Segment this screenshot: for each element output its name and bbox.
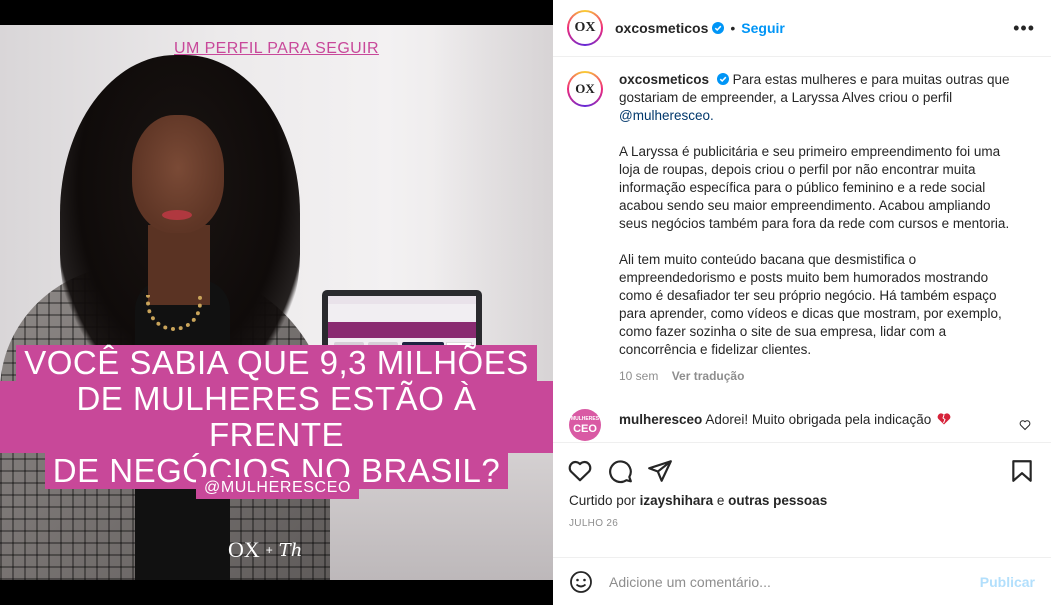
post-header: OX oxcosmeticos • Seguir ••• bbox=[553, 0, 1051, 57]
comment-icon[interactable] bbox=[607, 458, 633, 484]
logo-plus: + bbox=[265, 543, 273, 557]
media-headline: VOCÊ SABIA QUE 9,3 MILHÕES DE MULHERES E… bbox=[0, 345, 553, 489]
media-logo: OX + Th bbox=[228, 537, 302, 563]
heart-icon[interactable] bbox=[567, 458, 593, 484]
headline-line: DE MULHERES ESTÃO À FRENTE bbox=[0, 381, 553, 453]
comment-body: Adorei! Muito obrigada pela indicação bbox=[705, 412, 932, 427]
caption-username[interactable]: oxcosmeticos bbox=[619, 72, 709, 87]
emoji-icon[interactable] bbox=[569, 570, 593, 594]
verified-icon bbox=[712, 22, 725, 34]
translate-link[interactable]: Ver tradução bbox=[672, 369, 745, 383]
broken-heart-icon bbox=[937, 413, 951, 425]
likes-conj: e bbox=[716, 493, 725, 508]
post-media[interactable]: UM PERFIL PARA SEGUIR VOCÊ SABIA QUE 9,3… bbox=[0, 0, 553, 605]
bookmark-icon[interactable] bbox=[1009, 458, 1035, 484]
caption-paragraph-3: Ali tem muito conteúdo bacana que desmis… bbox=[619, 252, 1002, 357]
caption-avatar[interactable]: OX bbox=[567, 71, 603, 107]
more-options-icon[interactable]: ••• bbox=[1013, 18, 1035, 39]
caption-paragraph-2: A Laryssa é publicitária e seu primeiro … bbox=[619, 144, 1010, 231]
verified-icon bbox=[716, 73, 729, 85]
headline-line: VOCÊ SABIA QUE 9,3 MILHÕES bbox=[16, 345, 537, 381]
header-avatar[interactable]: OX bbox=[567, 10, 603, 46]
neck bbox=[148, 225, 210, 305]
commenter-avatar[interactable]: MULHERES CEO bbox=[569, 409, 601, 441]
separator-dot: • bbox=[730, 20, 736, 36]
add-comment-bar: Adicione um comentário... Publicar bbox=[553, 557, 1051, 605]
follow-button[interactable]: Seguir bbox=[741, 20, 785, 36]
avatar: OX bbox=[569, 73, 601, 105]
post-panel: OX oxcosmeticos • Seguir ••• OX oxcosmet… bbox=[553, 0, 1051, 605]
like-comment-icon[interactable] bbox=[1019, 419, 1031, 431]
post-actions: Curtido por izayshihara e outras pessoas… bbox=[553, 442, 1051, 529]
publish-button[interactable]: Publicar bbox=[980, 574, 1035, 590]
comment-text: mulheresceo Adorei! Muito obrigada pela … bbox=[619, 411, 951, 429]
caption-text: oxcosmeticos Para estas mulheres e para … bbox=[619, 71, 1019, 385]
likes-prefix: Curtido por bbox=[569, 493, 636, 508]
likes-line: Curtido por izayshihara e outras pessoas bbox=[567, 493, 1035, 508]
caption-meta: 10 sem Ver tradução bbox=[619, 367, 1019, 385]
comments-area[interactable]: OX oxcosmeticos Para estas mulheres e pa… bbox=[553, 57, 1051, 442]
action-icons bbox=[567, 457, 1035, 485]
header-username[interactable]: oxcosmeticos bbox=[615, 20, 708, 36]
media-topline: UM PERFIL PARA SEGUIR bbox=[174, 40, 379, 57]
caption-mention-link[interactable]: @mulheresceo. bbox=[619, 108, 714, 123]
avatar: OX bbox=[569, 12, 601, 44]
comment-input[interactable]: Adicione um comentário... bbox=[609, 574, 980, 590]
caption: OX oxcosmeticos Para estas mulheres e pa… bbox=[567, 71, 1035, 385]
avatar-text: CEO bbox=[573, 423, 597, 435]
caption-time: 10 sem bbox=[619, 369, 659, 383]
lips bbox=[162, 210, 192, 220]
post-date[interactable]: JULHO 26 bbox=[567, 518, 1035, 529]
media-handle: @MULHERESCEO bbox=[196, 477, 360, 499]
signature-logo: Th bbox=[278, 539, 303, 561]
screen-band bbox=[328, 322, 476, 338]
share-icon[interactable] bbox=[647, 458, 673, 484]
commenter-username[interactable]: mulheresceo bbox=[619, 412, 702, 427]
likes-user[interactable]: izayshihara bbox=[640, 493, 714, 508]
screen-bar bbox=[328, 296, 476, 304]
likes-others[interactable]: outras pessoas bbox=[728, 493, 827, 508]
comment-item: MULHERES CEO mulheresceo Adorei! Muito o… bbox=[567, 409, 1035, 441]
ox-logo: OX bbox=[228, 537, 260, 562]
